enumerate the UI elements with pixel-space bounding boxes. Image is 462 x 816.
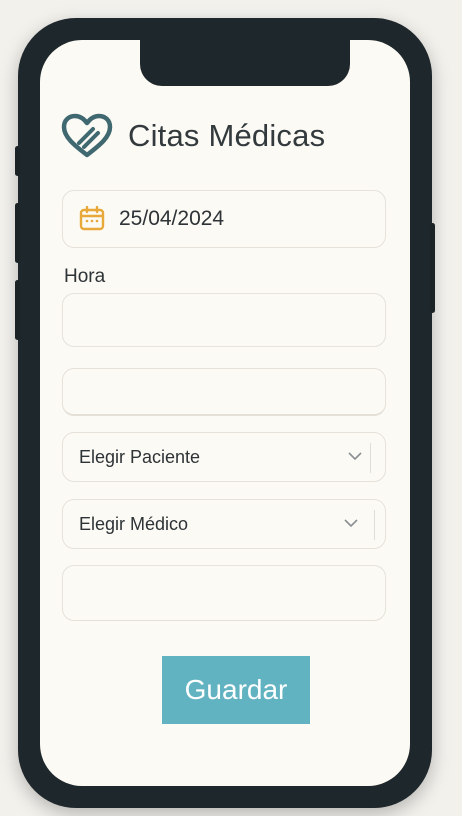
app-screen: Citas Médicas 25/04/2024 Hora Elegir Pac… [40,40,410,786]
doctor-select[interactable]: Elegir Médico [62,499,386,549]
page-title: Citas Médicas [128,118,326,153]
hora-input[interactable] [62,293,386,347]
phone-notch [140,40,350,86]
app-header: Citas Médicas [60,112,325,160]
heart-stethoscope-icon [61,113,113,158]
blank-input-field[interactable] [62,368,386,416]
hora-label: Hora [64,266,106,287]
mute-switch [15,146,20,176]
patient-select-label: Elegir Paciente [79,446,201,467]
calendar-icon [79,206,105,231]
date-value: 25/04/2024 [119,207,225,230]
phone-frame: Citas Médicas 25/04/2024 Hora Elegir Pac… [15,18,435,808]
save-button[interactable]: Guardar [162,656,310,724]
blank-input-field[interactable] [62,565,386,621]
patient-select[interactable]: Elegir Paciente [62,432,386,482]
select-divider [374,510,375,540]
chevron-down-icon [344,519,358,528]
select-divider [370,443,371,473]
chevron-down-icon [348,452,362,461]
doctor-select-label: Elegir Médico [79,513,189,534]
power-button [430,223,435,313]
volume-down-button [15,280,20,340]
volume-up-button [15,203,20,263]
date-field[interactable]: 25/04/2024 [62,190,386,248]
